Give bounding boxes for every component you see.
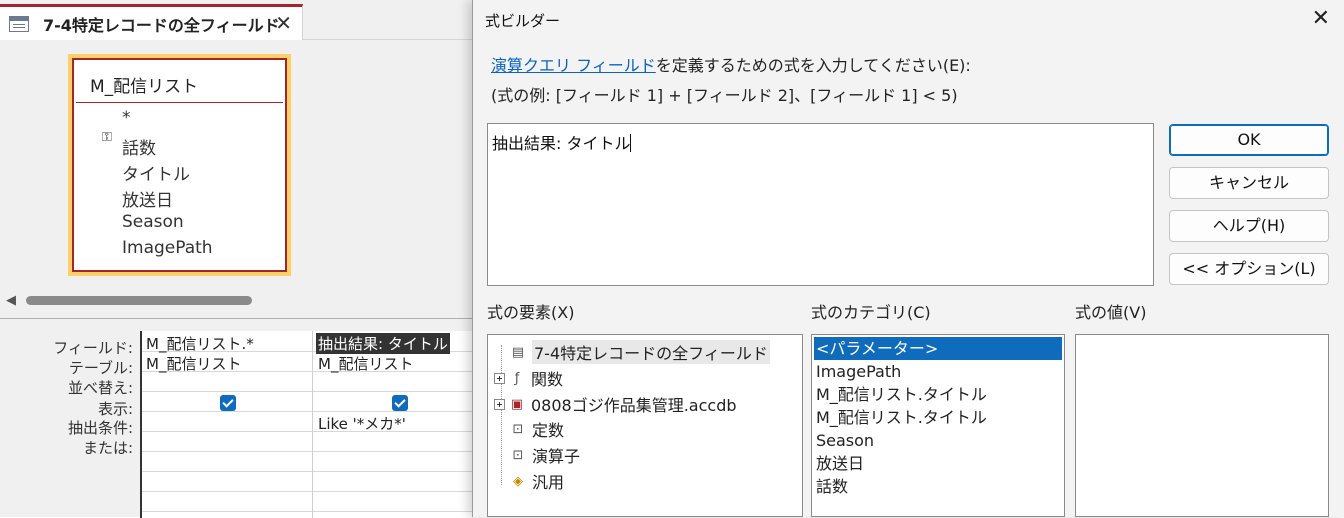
primary-key-icon: ⚿ <box>102 130 112 145</box>
values-label: 式の値(V) <box>1075 303 1147 322</box>
ok-button[interactable]: OK <box>1169 124 1329 156</box>
field-item[interactable]: ImagePath <box>122 238 213 258</box>
grid-table-cell-2[interactable]: M_配信リスト <box>318 353 413 374</box>
element-item[interactable]: ⊡ 定数 <box>510 417 564 441</box>
prompt-text: を定義するための式を入力してください(E): <box>655 56 971 75</box>
category-item[interactable]: M_配信リスト.タイトル <box>814 383 1062 406</box>
example-text: (式の例: [フィールド 1] + [フィールド 2]、[フィールド 1] < … <box>491 86 958 105</box>
expand-icon[interactable] <box>494 372 505 384</box>
function-icon: ƒ <box>514 370 520 386</box>
show-checkbox-2[interactable] <box>392 395 408 411</box>
design-grid[interactable]: M_配信リスト.* M_配信リスト 抽出結果: タイトル M_配信リスト Lik… <box>140 331 480 518</box>
field-item[interactable]: 放送日 <box>122 186 173 211</box>
query-icon: ▤ <box>511 344 525 360</box>
calculated-field-link[interactable]: 演算クエリ フィールド <box>491 56 656 75</box>
scroll-thumb[interactable] <box>26 296 252 305</box>
grid-criteria-cell-2[interactable]: Like '*メカ*' <box>318 413 406 434</box>
table-field-list[interactable]: M_配信リスト * ⚿ 話数 タイトル 放送日 Season ImagePath <box>68 54 291 276</box>
category-item[interactable]: Season <box>814 429 1062 452</box>
query-design-window: 7-4特定レコードの全フィールド ✕ M_配信リスト * ⚿ 話数 タイトル 放… <box>0 0 480 518</box>
element-item[interactable]: ⊡ 演算子 <box>510 443 580 467</box>
close-icon[interactable]: ✕ <box>1312 6 1330 31</box>
field-item[interactable]: Season <box>122 212 184 232</box>
options-button[interactable]: << オプション(L) <box>1169 253 1329 285</box>
grid-field-cell-1[interactable]: M_配信リスト.* <box>146 333 254 354</box>
dialog-title: 式ビルダー <box>485 12 561 30</box>
table-name: M_配信リスト <box>90 77 199 97</box>
values-list[interactable] <box>1075 334 1329 517</box>
expression-input[interactable]: 抽出結果: タイトル <box>487 123 1154 286</box>
horizontal-scrollbar[interactable]: ◀ <box>0 290 480 312</box>
scroll-left-icon[interactable]: ◀ <box>6 293 16 308</box>
row-label-criteria: 抽出条件: <box>67 419 133 437</box>
expression-text: 抽出結果: タイトル <box>492 134 631 153</box>
elements-label: 式の要素(X) <box>487 303 575 322</box>
operator-icon: ⊡ <box>512 447 524 463</box>
element-item[interactable]: ▣ 0808ゴジ作品集管理.accdb <box>494 392 737 416</box>
row-label-table: テーブル: <box>68 359 133 377</box>
expression-builder-dialog: 式ビルダー ✕ 演算クエリ フィールドを定義するための式を入力してください(E)… <box>472 0 1344 517</box>
close-tab-icon[interactable]: ✕ <box>275 11 292 35</box>
row-label-sort: 並べ替え: <box>67 379 133 397</box>
categories-label: 式のカテゴリ(C) <box>811 303 931 322</box>
text-caret <box>630 134 632 152</box>
row-label-show: 表示: <box>97 400 133 418</box>
category-item[interactable]: ImagePath <box>814 360 1062 383</box>
expand-icon[interactable] <box>494 398 505 410</box>
design-grid-area: フィールド: テーブル: 並べ替え: 表示: 抽出条件: または: M_配信リス… <box>0 318 480 518</box>
grid-table-cell-1[interactable]: M_配信リスト <box>146 353 241 374</box>
tab-strip <box>303 4 480 40</box>
elements-tree[interactable]: ▤ 7-4特定レコードの全フィールド ƒ 関数 ▣ 0808ゴジ作品集管理.accdb… <box>487 334 803 517</box>
element-item[interactable]: ƒ 関数 <box>494 366 563 390</box>
constant-icon: ⊡ <box>512 421 524 437</box>
help-button[interactable]: ヘルプ(H) <box>1169 210 1329 242</box>
category-item[interactable]: 放送日 <box>814 452 1062 475</box>
element-item[interactable]: ◈ 汎用 <box>510 469 564 493</box>
show-checkbox-1[interactable] <box>220 395 236 411</box>
query-tab-title: 7-4特定レコードの全フィールド <box>43 15 280 35</box>
common-icon: ◈ <box>513 473 523 489</box>
category-item[interactable]: M_配信リスト.タイトル <box>814 406 1062 429</box>
categories-list[interactable]: <パラメーター> ImagePath M_配信リスト.タイトル M_配信リスト.… <box>811 334 1065 517</box>
cancel-button[interactable]: キャンセル <box>1169 167 1329 199</box>
database-icon: ▣ <box>510 396 524 412</box>
field-item[interactable]: * <box>122 108 131 128</box>
query-tab[interactable]: 7-4特定レコードの全フィールド ✕ <box>0 4 303 40</box>
row-label-or: または: <box>82 439 133 457</box>
dialog-prompt: 演算クエリ フィールドを定義するための式を入力してください(E): <box>491 52 971 76</box>
category-item[interactable]: 話数 <box>814 475 1062 498</box>
grid-field-cell-2[interactable]: 抽出結果: タイトル <box>316 333 450 354</box>
field-item[interactable]: タイトル <box>122 160 190 185</box>
element-item[interactable]: ▤ 7-4特定レコードの全フィールド <box>510 340 770 364</box>
field-item[interactable]: 話数 <box>122 134 156 159</box>
category-item[interactable]: <パラメーター> <box>814 337 1062 360</box>
row-label-field: フィールド: <box>53 339 133 357</box>
query-icon <box>9 15 29 32</box>
